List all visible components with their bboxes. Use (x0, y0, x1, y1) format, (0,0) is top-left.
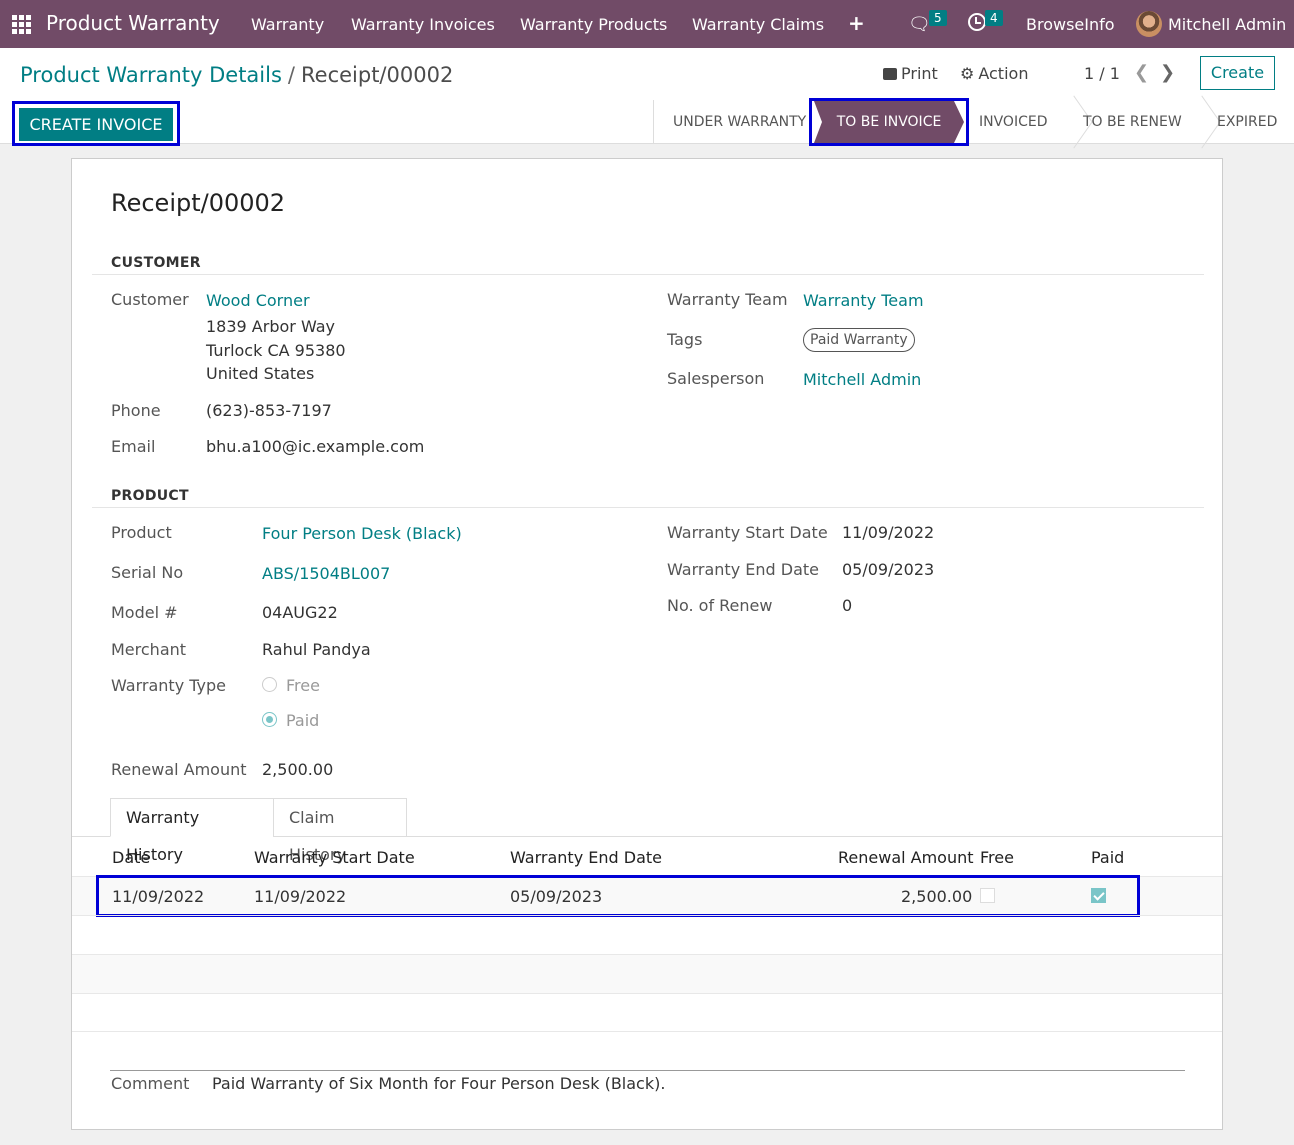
tag-badge[interactable]: Paid Warranty (803, 328, 915, 352)
model-label: Model # (111, 603, 178, 622)
product-section-title: PRODUCT (111, 488, 189, 504)
table-row-empty (72, 915, 1222, 954)
app-title[interactable]: Product Warranty (46, 11, 220, 35)
column-header-renewal-amount[interactable]: Renewal Amount (838, 848, 974, 867)
serial-label: Serial No (111, 563, 184, 582)
control-panel: Product Warranty Details / Receipt/00002 P… (0, 48, 1294, 146)
merchant-value: Rahul Pandya (262, 640, 371, 659)
breadcrumb: Product Warranty Details / Receipt/00002 (20, 63, 453, 87)
start-date-value: 11/09/2022 (842, 523, 935, 542)
phone-label: Phone (111, 401, 161, 420)
breadcrumb-parent[interactable]: Product Warranty Details (20, 63, 282, 87)
email-value[interactable]: bhu.a100@ic.example.com (206, 437, 424, 456)
column-header-free[interactable]: Free (980, 848, 1014, 867)
salesperson-label: Salesperson (667, 369, 765, 388)
activities-badge: 4 (985, 10, 1003, 26)
radio-free[interactable] (262, 677, 277, 692)
warranty-team-label: Warranty Team (667, 290, 788, 309)
activity-clock-icon[interactable] (968, 13, 986, 31)
column-header-date[interactable]: Date (112, 848, 150, 867)
salesperson-link[interactable]: Mitchell Admin (803, 370, 921, 389)
printer-icon (883, 68, 897, 80)
pager-value[interactable]: 1 / 1 (1084, 64, 1120, 83)
address-line: 1839 Arbor Way (206, 317, 336, 336)
radio-free-label: Free (286, 676, 320, 695)
product-link[interactable]: Four Person Desk (Black) (262, 524, 462, 543)
create-button[interactable]: Create (1200, 56, 1275, 90)
radio-paid-label: Paid (286, 711, 320, 730)
stage-expired[interactable]: EXPIRED (1217, 100, 1277, 144)
highlight-create-invoice (12, 101, 180, 146)
status-bar: UNDER WARRANTY TO BE INVOICE INVOICED TO… (653, 100, 1294, 144)
table-bottom-border (72, 1031, 1222, 1032)
renewal-amount-label: Renewal Amount (111, 760, 247, 779)
end-date-label: Warranty End Date (667, 560, 819, 579)
section-divider (92, 507, 1204, 508)
top-navbar: Product Warranty Warranty Warranty Invoi… (0, 0, 1294, 48)
apps-menu-icon[interactable] (12, 15, 31, 34)
breadcrumb-current: Receipt/00002 (301, 63, 454, 87)
email-label: Email (111, 437, 156, 456)
user-menu[interactable]: Mitchell Admin (1168, 15, 1286, 34)
plus-icon[interactable]: + (848, 11, 865, 35)
stage-to-be-renew[interactable]: TO BE RENEW (1083, 100, 1182, 144)
column-header-paid[interactable]: Paid (1091, 848, 1124, 867)
print-label: Print (901, 64, 938, 83)
menu-warranty[interactable]: Warranty (251, 15, 324, 34)
print-button[interactable]: Print (883, 64, 938, 83)
end-date-value: 05/09/2023 (842, 560, 935, 579)
action-label: Action (978, 64, 1029, 83)
customer-section-title: CUSTOMER (111, 255, 201, 271)
comment-label: Comment (111, 1074, 190, 1093)
radio-paid[interactable] (262, 712, 277, 727)
warranty-team-link[interactable]: Warranty Team (803, 291, 924, 310)
start-date-label: Warranty Start Date (667, 523, 828, 542)
phone-value[interactable]: (623)-853-7197 (206, 401, 332, 420)
column-header-start-date[interactable]: Warranty Start Date (254, 848, 415, 867)
customer-link[interactable]: Wood Corner (206, 291, 310, 310)
serial-link[interactable]: ABS/1504BL007 (262, 564, 390, 583)
merchant-label: Merchant (111, 640, 187, 659)
address-line: Turlock CA 95380 (206, 341, 346, 360)
action-button[interactable]: ⚙ Action (960, 64, 1028, 83)
record-title: Receipt/00002 (111, 189, 286, 217)
renew-count-label: No. of Renew (667, 596, 773, 615)
menu-warranty-claims[interactable]: Warranty Claims (692, 15, 824, 34)
renew-count-value: 0 (842, 596, 853, 615)
breadcrumb-separator: / (287, 63, 295, 87)
comment-text[interactable]: Paid Warranty of Six Month for Four Pers… (212, 1074, 665, 1093)
chevron-right-icon[interactable]: ❯ (1160, 62, 1175, 83)
menu-warranty-products[interactable]: Warranty Products (520, 15, 667, 34)
customer-label: Customer (111, 290, 189, 309)
gear-icon: ⚙ (960, 64, 975, 83)
stage-invoiced[interactable]: INVOICED (979, 100, 1047, 144)
highlight-active-stage (809, 98, 969, 146)
warranty-type-label: Warranty Type (111, 676, 226, 695)
column-header-end-date[interactable]: Warranty End Date (510, 848, 662, 867)
tab-warranty-history[interactable]: Warranty History (110, 798, 274, 864)
section-divider (92, 274, 1204, 275)
company-switcher[interactable]: BrowseInfo (1026, 15, 1115, 34)
model-value: 04AUG22 (262, 603, 338, 622)
table-row-empty (72, 954, 1222, 993)
user-avatar[interactable] (1136, 11, 1162, 37)
messages-badge: 5 (929, 10, 947, 26)
stage-under-warranty[interactable]: UNDER WARRANTY (673, 100, 806, 144)
comment-divider (110, 1070, 1185, 1071)
tags-label: Tags (667, 330, 703, 349)
table-row-empty (72, 993, 1222, 1032)
product-label: Product (111, 523, 172, 542)
highlight-history-row (96, 875, 1140, 917)
address-line: United States (206, 364, 315, 383)
chat-icon[interactable]: 🗨 (908, 14, 931, 35)
chevron-left-icon[interactable]: ❮ (1134, 62, 1149, 83)
tab-claim-history[interactable]: Claim History (273, 798, 407, 864)
renewal-amount-value: 2,500.00 (262, 760, 334, 779)
form-sheet: Receipt/00002 CUSTOMER Customer Wood Cor… (71, 158, 1223, 1130)
menu-warranty-invoices[interactable]: Warranty Invoices (351, 15, 495, 34)
